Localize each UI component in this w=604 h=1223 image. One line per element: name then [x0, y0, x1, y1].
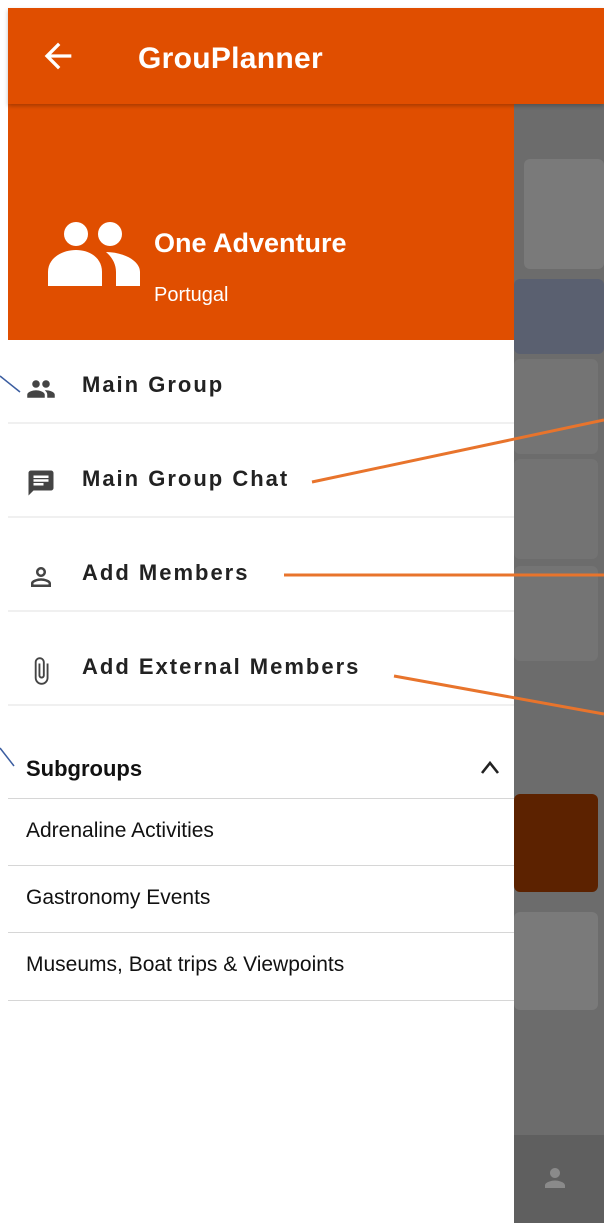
subgroup-item[interactable]: Museums, Boat trips & Viewpoints [8, 932, 514, 999]
background-button [514, 794, 598, 892]
app-title: GrouPlanner [138, 42, 323, 75]
subgroup-item[interactable]: Adrenaline Activities [8, 798, 514, 865]
background-card [514, 912, 598, 1010]
person-icon [31, 567, 51, 587]
background-card [524, 159, 604, 269]
chevron-up-icon[interactable] [478, 756, 502, 780]
menu-item-main-group[interactable]: Main Group [8, 344, 514, 432]
subgroup-item[interactable]: Gastronomy Events [8, 865, 514, 932]
divider [8, 516, 514, 518]
group-avatar-icon [48, 222, 140, 286]
subgroup-item-label: Adrenaline Activities [26, 819, 214, 842]
subgroups-header[interactable]: Subgroups [8, 744, 514, 798]
divider [8, 422, 514, 424]
subgroup-item-label: Gastronomy Events [26, 886, 211, 909]
menu-item-label: Add External Members [82, 654, 361, 679]
divider [8, 704, 514, 706]
background-card [514, 566, 598, 661]
subgroups-label: Subgroups [26, 756, 143, 781]
app-bar: GrouPlanner [8, 8, 604, 104]
background-card [514, 459, 598, 559]
background-card [514, 359, 598, 454]
divider [8, 610, 514, 612]
back-arrow-icon[interactable] [38, 36, 78, 76]
menu-item-add-external-members[interactable]: Add External Members [8, 626, 514, 714]
background-bottom-bar [514, 1135, 604, 1223]
background-banner [514, 279, 604, 354]
paperclip-icon [34, 657, 49, 685]
background-overlay[interactable] [514, 104, 604, 1223]
subgroup-item-label: Museums, Boat trips & Viewpoints [26, 953, 345, 976]
menu-item-add-members[interactable]: Add Members [8, 532, 514, 620]
divider [8, 1000, 514, 1001]
menu-item-label: Add Members [82, 560, 250, 585]
group-name: One Adventure [154, 228, 347, 258]
chat-icon [28, 470, 54, 496]
group-icon [27, 380, 55, 398]
profile-icon [545, 1168, 565, 1188]
menu-item-main-group-chat[interactable]: Main Group Chat [8, 438, 514, 526]
drawer-header: One Adventure Portugal [8, 104, 514, 340]
navigation-drawer: One Adventure Portugal Main Group Main G… [8, 104, 514, 1223]
menu-item-label: Main Group Chat [82, 466, 290, 491]
group-country: Portugal [154, 284, 229, 306]
menu-item-label: Main Group [82, 372, 225, 397]
